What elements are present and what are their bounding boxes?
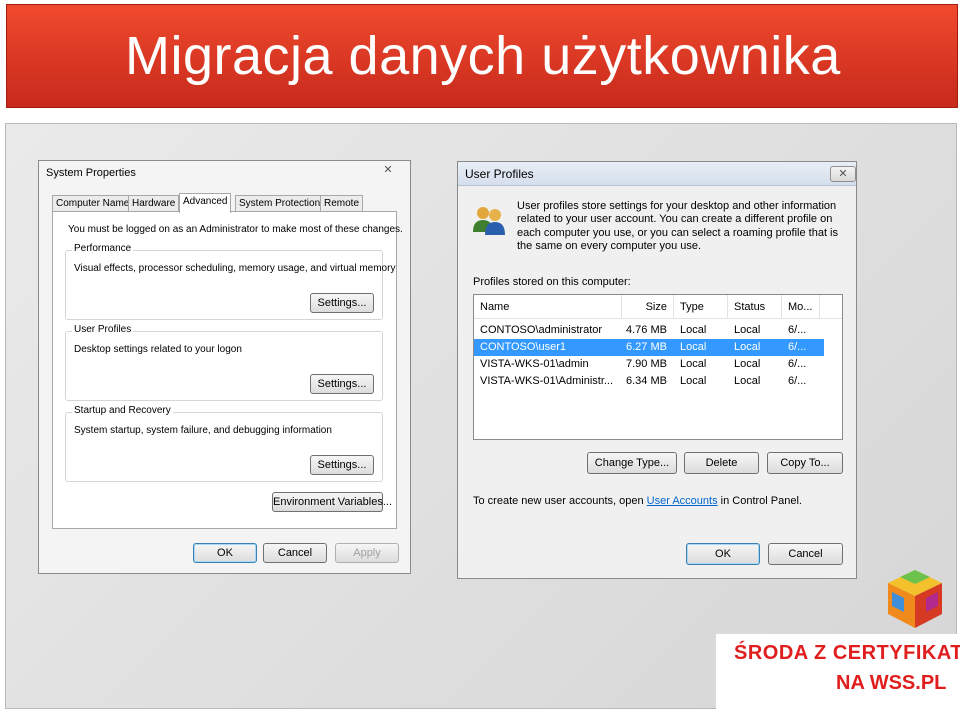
- tab-hardware[interactable]: Hardware: [128, 195, 180, 212]
- startup-recovery-settings-button[interactable]: Settings...: [310, 455, 374, 475]
- profiles-list[interactable]: Name Size Type Status Mo... CONTOSO\admi…: [473, 294, 843, 440]
- profile-name: VISTA-WKS-01\Administr...: [480, 375, 614, 387]
- admin-note: You must be logged on as an Administrato…: [68, 224, 403, 235]
- tab-remote[interactable]: Remote: [320, 195, 364, 212]
- profile-type: Local: [680, 358, 707, 370]
- user-profiles-titlebar: User Profiles ✕: [458, 162, 856, 186]
- profile-status: Local: [734, 324, 761, 336]
- close-icon[interactable]: ✕: [375, 163, 401, 179]
- environment-variables-button[interactable]: Environment Variables...: [272, 492, 392, 512]
- change-type-button[interactable]: Change Type...: [587, 452, 677, 474]
- profile-type: Local: [680, 375, 707, 387]
- slide-title: Migracja danych użytkownika: [125, 26, 841, 86]
- profile-type: Local: [680, 341, 707, 353]
- footer-text-after: in Control Panel.: [717, 495, 802, 507]
- delete-button[interactable]: Delete: [684, 452, 759, 474]
- system-properties-dialog: System Properties ✕ Computer Name Hardwa…: [38, 160, 411, 574]
- tab-advanced[interactable]: Advanced: [179, 193, 232, 213]
- user-accounts-link[interactable]: User Accounts: [647, 495, 718, 507]
- profiles-stored-label: Profiles stored on this computer:: [473, 276, 631, 288]
- profile-name: CONTOSO\administrator: [480, 324, 603, 336]
- profile-type: Local: [680, 324, 707, 336]
- users-icon: [473, 207, 505, 235]
- table-row[interactable]: CONTOSO\administrator 4.76 MB Local Loca…: [474, 322, 824, 339]
- profile-size: 6.27 MB: [626, 341, 667, 353]
- column-header-type[interactable]: Type: [674, 295, 728, 319]
- user-profiles-settings-button[interactable]: Settings...: [310, 374, 374, 394]
- profile-status: Local: [734, 375, 761, 387]
- close-icon[interactable]: ✕: [830, 166, 856, 182]
- performance-group: Performance Visual effects, processor sc…: [65, 243, 395, 320]
- cube-logo-icon: [888, 570, 942, 628]
- profile-modified: 6/...: [788, 341, 807, 353]
- profile-modified: 6/...: [788, 324, 807, 336]
- user-profiles-title: User Profiles: [465, 167, 534, 181]
- user-profiles-dialog: User Profiles ✕ User profiles store sett…: [457, 161, 857, 579]
- footer-text-before: To create new user accounts, open: [473, 495, 647, 507]
- slide-title-banner: Migracja danych użytkownika: [6, 4, 958, 108]
- profile-size: 6.34 MB: [626, 375, 667, 387]
- performance-settings-button[interactable]: Settings...: [310, 293, 374, 313]
- column-header-status[interactable]: Status: [728, 295, 782, 319]
- profile-status: Local: [734, 341, 761, 353]
- performance-text: Visual effects, processor scheduling, me…: [74, 263, 396, 274]
- profile-modified: 6/...: [788, 375, 807, 387]
- profile-name: CONTOSO\user1: [480, 341, 566, 353]
- cancel-button[interactable]: Cancel: [263, 543, 327, 563]
- profiles-description: User profiles store settings for your de…: [517, 200, 839, 252]
- brand-line-2: NA WSS.PL: [836, 672, 947, 694]
- table-row[interactable]: VISTA-WKS-01\Administr... 6.34 MB Local …: [474, 373, 824, 390]
- ok-button[interactable]: OK: [686, 543, 760, 565]
- startup-recovery-text: System startup, system failure, and debu…: [74, 425, 332, 436]
- tab-computer-name[interactable]: Computer Name: [52, 195, 134, 212]
- cancel-button[interactable]: Cancel: [768, 543, 843, 565]
- copy-to-button[interactable]: Copy To...: [767, 452, 843, 474]
- ok-button[interactable]: OK: [193, 543, 257, 563]
- startup-recovery-group: Startup and Recovery System startup, sys…: [65, 405, 383, 482]
- system-properties-title: System Properties: [46, 167, 136, 179]
- profile-size: 7.90 MB: [626, 358, 667, 370]
- table-row[interactable]: VISTA-WKS-01\admin 7.90 MB Local Local 6…: [474, 356, 824, 373]
- profile-status: Local: [734, 358, 761, 370]
- user-profiles-label: User Profiles: [72, 324, 134, 335]
- apply-button[interactable]: Apply: [335, 543, 399, 563]
- profile-size: 4.76 MB: [626, 324, 667, 336]
- profile-modified: 6/...: [788, 358, 807, 370]
- tab-system-protection[interactable]: System Protection: [235, 195, 325, 212]
- branding: ŚRODA Z CERTYFIKATEM NA WSS.PL: [716, 634, 960, 709]
- table-row[interactable]: CONTOSO\user1 6.27 MB Local Local 6/...: [474, 339, 824, 356]
- brand-line-1: ŚRODA Z CERTYFIKATEM: [734, 642, 960, 664]
- advanced-tab-page: You must be logged on as an Administrato…: [52, 211, 403, 529]
- profiles-footer-text: To create new user accounts, open User A…: [473, 495, 802, 507]
- performance-label: Performance: [72, 243, 134, 254]
- profiles-list-header: Name Size Type Status Mo...: [474, 295, 842, 319]
- user-profiles-group: User Profiles Desktop settings related t…: [65, 324, 383, 401]
- column-header-modified[interactable]: Mo...: [782, 295, 820, 319]
- column-header-name[interactable]: Name: [474, 295, 622, 319]
- column-header-size[interactable]: Size: [622, 295, 674, 319]
- startup-recovery-label: Startup and Recovery: [72, 405, 173, 416]
- user-profiles-text: Desktop settings related to your logon: [74, 344, 242, 355]
- profile-name: VISTA-WKS-01\admin: [480, 358, 589, 370]
